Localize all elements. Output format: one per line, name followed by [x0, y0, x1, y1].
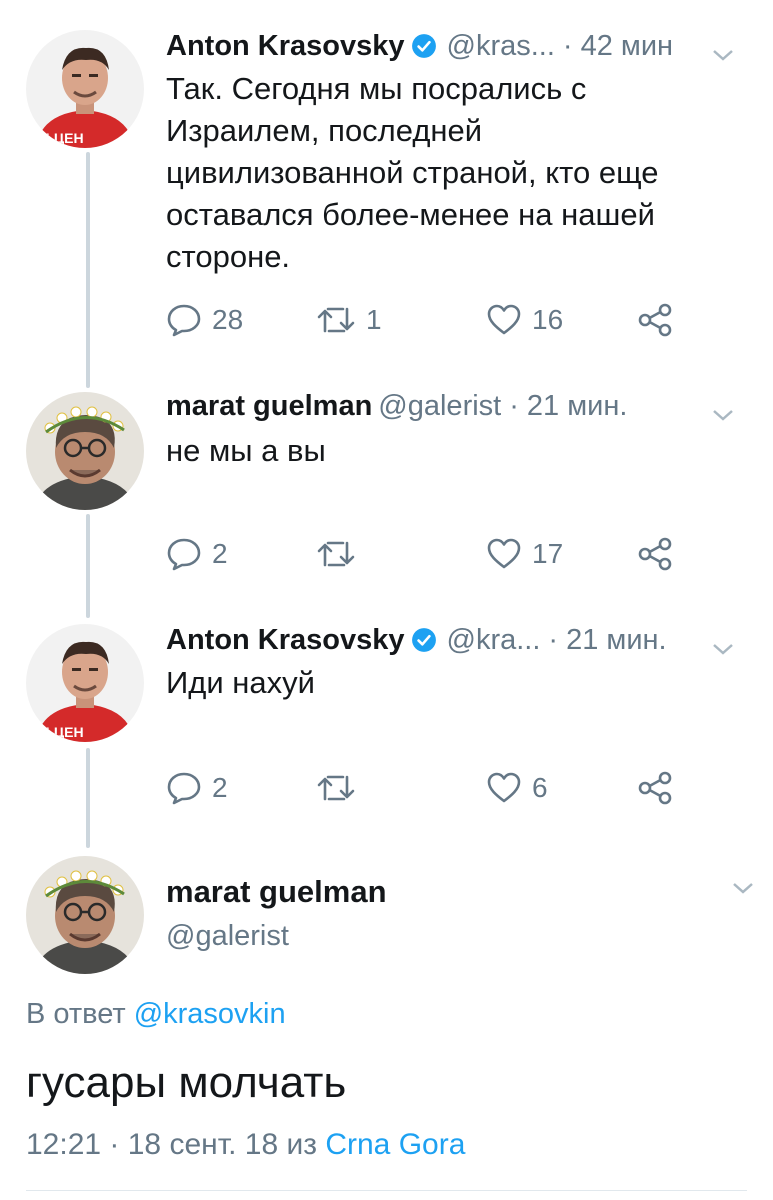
share-icon — [638, 771, 672, 805]
like-button[interactable]: 16 — [486, 300, 563, 340]
chevron-down-icon[interactable] — [711, 398, 735, 421]
retweet-button[interactable]: 1 — [316, 300, 382, 340]
reply-button[interactable]: 28 — [166, 300, 243, 340]
location-link[interactable]: Crna Gora — [325, 1128, 465, 1161]
tweet-text: Так. Сегодня мы посрались с Израилем, по… — [166, 71, 659, 274]
reply-context-label: В ответ — [26, 998, 126, 1030]
separator: · — [509, 389, 519, 422]
avatar[interactable]: ИД.ЦЕН — [26, 30, 144, 148]
retweet-count: 1 — [366, 304, 382, 335]
author-name[interactable]: Anton Krasovsky — [166, 624, 405, 657]
avatar[interactable]: ИД.ЦЕН — [26, 624, 144, 742]
tweet-time[interactable]: 21 мин. — [527, 390, 628, 423]
reply-icon — [167, 538, 201, 571]
tweet-actions: 28 1 16 — [166, 300, 686, 340]
reply-context: В ответ @krasovkin — [26, 998, 286, 1031]
chevron-down-icon[interactable] — [711, 632, 735, 655]
reply-mention-link[interactable]: @krasovkin — [134, 998, 286, 1030]
main-author-name[interactable]: marat guelman — [166, 874, 387, 910]
like-count: 6 — [532, 772, 548, 803]
retweet-button[interactable] — [316, 534, 366, 574]
verified-badge-icon — [411, 627, 437, 653]
reply-count: 28 — [212, 304, 244, 335]
reply-count: 2 — [212, 772, 228, 803]
share-button[interactable] — [636, 768, 684, 808]
like-button[interactable]: 17 — [486, 534, 563, 574]
thread-line — [86, 748, 90, 848]
divider — [26, 1190, 747, 1191]
like-icon — [487, 304, 521, 335]
separator: · — [562, 29, 573, 62]
retweet-button[interactable] — [316, 768, 366, 808]
share-button[interactable] — [636, 534, 684, 574]
reply-button[interactable]: 2 — [166, 534, 228, 574]
like-count: 17 — [532, 538, 564, 569]
svg-text:ИД.ЦЕН: ИД.ЦЕН — [30, 130, 84, 146]
like-button[interactable]: 6 — [486, 768, 548, 808]
tweet-text: не мы а вы — [166, 433, 326, 468]
main-author-handle[interactable]: @galerist — [166, 920, 289, 953]
tweet-text: Иди нахуй — [166, 665, 315, 700]
tweet-header: marat guelman @galerist · 21 мин. — [166, 386, 753, 426]
reply-icon — [167, 304, 201, 337]
verified-badge-icon — [411, 33, 437, 59]
like-icon — [487, 538, 521, 569]
author-handle[interactable]: @kra... — [447, 624, 541, 657]
like-icon — [487, 772, 521, 803]
tweet-actions: 2 6 — [166, 768, 686, 808]
thread-line — [86, 514, 90, 618]
chevron-down-icon[interactable] — [731, 880, 755, 896]
tweet-time[interactable]: 42 мин — [581, 30, 673, 63]
main-tweet-text: гусары молчать — [26, 1058, 347, 1107]
tweet-header: Anton Krasovsky @kra... · 21 мин. — [166, 620, 753, 660]
author-handle[interactable]: @kras... — [447, 30, 555, 63]
retweet-icon — [317, 775, 355, 801]
separator: · — [548, 623, 559, 656]
avatar[interactable] — [26, 392, 144, 510]
chevron-down-icon[interactable] — [711, 38, 735, 61]
tweet-actions: 2 17 — [166, 534, 686, 574]
share-button[interactable] — [636, 300, 684, 340]
retweet-icon — [317, 541, 355, 567]
author-name[interactable]: marat guelman — [166, 390, 372, 423]
author-handle[interactable]: @galerist — [378, 390, 501, 423]
share-icon — [638, 537, 672, 571]
reply-button[interactable]: 2 — [166, 768, 228, 808]
reply-icon — [167, 772, 201, 805]
author-name[interactable]: Anton Krasovsky — [166, 30, 405, 63]
thread-line — [86, 152, 90, 388]
avatar[interactable] — [26, 856, 144, 974]
tweet-meta: 12:21 · 18 сент. 18 из Crna Gora — [26, 1128, 465, 1162]
tweet-timestamp: 12:21 · 18 сент. 18 из — [26, 1128, 317, 1161]
reply-count: 2 — [212, 538, 228, 569]
tweet-header: Anton Krasovsky @kras... · 42 мин — [166, 26, 753, 66]
share-icon — [638, 303, 672, 337]
tweet-time[interactable]: 21 мин. — [566, 624, 667, 657]
like-count: 16 — [532, 304, 564, 335]
svg-text:ИД.ЦЕН: ИД.ЦЕН — [30, 724, 84, 740]
retweet-icon — [317, 307, 355, 333]
